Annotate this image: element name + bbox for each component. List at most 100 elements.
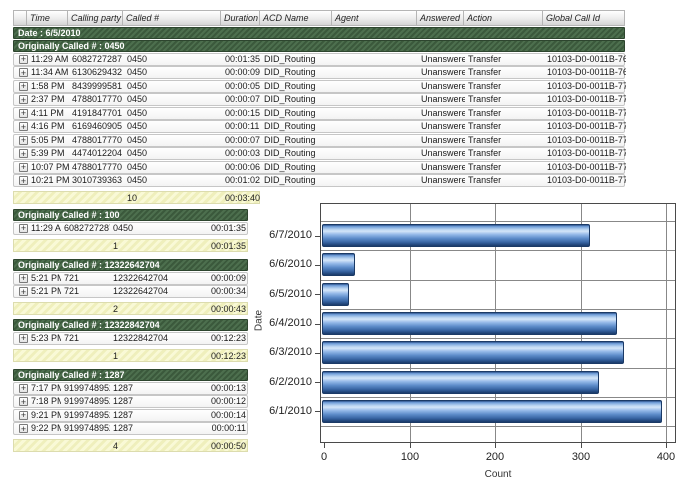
cell-called: 0450: [124, 94, 222, 105]
cell-answered: Unanswered: [418, 67, 465, 78]
sub-table-group: Originally Called # : 12322642704+5:21 P…: [13, 258, 248, 315]
expand-row-button[interactable]: +: [19, 397, 28, 406]
column-header-called[interactable]: Called #: [123, 10, 221, 26]
cell-agent: [333, 175, 418, 186]
expand-row-button[interactable]: +: [19, 424, 28, 433]
cell-global-id: 10103-D0-0011B-773: [544, 121, 626, 132]
expand-row-button[interactable]: +: [19, 136, 28, 145]
cell-calling: 4474012204: [69, 148, 124, 159]
table-row[interactable]: +4:16 PM6169460905045000:00:11DID_Routin…: [13, 120, 625, 133]
expand-row-button[interactable]: +: [19, 411, 28, 420]
cell-answered: Unanswered: [418, 175, 465, 186]
summary-spacer: [28, 440, 61, 451]
cell-time: 10:07 PM: [28, 162, 69, 173]
table-row[interactable]: +11:29 AM6082727287045000:01:35: [13, 222, 248, 235]
table-row[interactable]: +7:17 PM9199748952128700:00:13: [13, 382, 248, 395]
y-axis-tick: [315, 265, 320, 266]
summary-count: 2: [110, 303, 205, 314]
expand-row-button[interactable]: +: [19, 384, 28, 393]
expand-row-button[interactable]: +: [19, 224, 28, 233]
expand-row-button[interactable]: +: [19, 122, 28, 131]
cell-calling: 6169460905: [69, 121, 124, 132]
expand-row-button[interactable]: +: [19, 68, 28, 77]
table-row[interactable]: +5:23 PM7211232284270400:12:23: [13, 332, 248, 345]
cell-called: 1287: [110, 410, 205, 421]
y-tick-label: 6/7/2010: [250, 229, 312, 242]
column-header-global-call-id[interactable]: Global Call Id: [543, 10, 625, 26]
cell-duration: 00:00:12: [205, 396, 249, 407]
gridline-horizontal: [321, 280, 675, 281]
gridline-horizontal: [321, 426, 675, 427]
cell-global-id: 10103-D0-0011B-774: [544, 135, 626, 146]
cell-duration: 00:01:35: [222, 54, 261, 65]
table-row[interactable]: +5:05 PM4788017770045000:00:07DID_Routin…: [13, 134, 625, 147]
table-row[interactable]: +9:22 PM9199748952128700:00:11: [13, 422, 248, 435]
cell-action: Transfer: [465, 67, 544, 78]
cell-agent: [333, 162, 418, 173]
cell-action: Transfer: [465, 54, 544, 65]
y-axis-tick: [315, 411, 320, 412]
expand-row-button[interactable]: +: [19, 274, 28, 283]
cell-called: 0450: [124, 148, 222, 159]
summary-spacer: [14, 192, 28, 203]
cell-calling: 6082727287: [61, 223, 110, 234]
sub-table-group: Originally Called # : 1287+7:17 PM919974…: [13, 368, 248, 452]
y-tick-label: 6/3/2010: [250, 346, 312, 359]
cell-acd: DID_Routing: [261, 135, 333, 146]
column-header-acd-name[interactable]: ACD Name: [260, 10, 332, 26]
gridline-horizontal: [321, 397, 675, 398]
y-axis-tick: [315, 353, 320, 354]
expand-row-button[interactable]: +: [19, 149, 28, 158]
cell-calling: 721: [61, 333, 110, 344]
cell-calling: 4788017770: [69, 135, 124, 146]
cell-action: Transfer: [465, 175, 544, 186]
table-row[interactable]: +2:37 PM4788017770045000:00:07DID_Routin…: [13, 93, 625, 106]
expand-row-button[interactable]: +: [19, 95, 28, 104]
cell-duration: 00:01:35: [205, 223, 249, 234]
cell-time: 4:11 PM: [28, 108, 69, 119]
cell-called: 12322642704: [110, 286, 205, 297]
column-header-calling-party[interactable]: Calling party #: [68, 10, 123, 26]
table-row[interactable]: +5:21 PM7211232264270400:00:09: [13, 272, 248, 285]
expand-row-button[interactable]: +: [19, 55, 28, 64]
table-row[interactable]: +7:18 PM9199748952128700:00:12: [13, 395, 248, 408]
expand-row-button[interactable]: +: [19, 287, 28, 296]
grouped-sub-tables: Originally Called # : 100+11:29 AM608272…: [13, 208, 249, 458]
expand-row-button[interactable]: +: [19, 163, 28, 172]
table-row[interactable]: +9:21 PM9199748952128700:00:14: [13, 409, 248, 422]
summary-spacer: [28, 192, 69, 203]
expand-cell: +: [14, 396, 28, 407]
table-row[interactable]: +10:21 PM3010739363045000:01:02DID_Routi…: [13, 174, 625, 187]
column-header-action[interactable]: Action: [464, 10, 543, 26]
table-row[interactable]: +1:58 PM8439999581045000:00:05DID_Routin…: [13, 80, 625, 93]
expand-row-button[interactable]: +: [19, 109, 28, 118]
y-axis-tick: [315, 294, 320, 295]
column-header-answered[interactable]: Answered: [417, 10, 464, 26]
column-header-duration[interactable]: Duration: [221, 10, 260, 26]
calls-by-date-bar-chart: 6/7/20106/6/20106/5/20106/4/20106/3/2010…: [250, 195, 676, 485]
expand-row-button[interactable]: +: [19, 334, 28, 343]
summary-duration: 00:00:50: [205, 440, 249, 451]
table-row[interactable]: +11:29 AM6082727287045000:01:35DID_Routi…: [13, 53, 625, 66]
summary-count: 4: [110, 440, 205, 451]
gridline-horizontal: [321, 250, 675, 251]
gridline-horizontal: [321, 338, 675, 339]
cell-called: 0450: [124, 108, 222, 119]
table-row[interactable]: +11:34 AM6130629432045000:00:09DID_Routi…: [13, 66, 625, 79]
chart-bar-6-3-2010: [322, 341, 624, 364]
column-header-time[interactable]: Time: [27, 10, 68, 26]
table-row[interactable]: +5:39 PM4474012204045000:00:03DID_Routin…: [13, 147, 625, 160]
column-header-agent[interactable]: Agent: [332, 10, 417, 26]
cell-calling: 9199748952: [61, 410, 110, 421]
call-detail-table: TimeCalling party #Called #DurationACD N…: [13, 10, 625, 204]
table-row[interactable]: +10:07 PM4788017770045000:00:06DID_Routi…: [13, 161, 625, 174]
originally-called-band: Originally Called # : 100: [13, 209, 248, 221]
expand-row-button[interactable]: +: [19, 176, 28, 185]
expand-row-button[interactable]: +: [19, 82, 28, 91]
table-row[interactable]: +5:21 PM7211232264270400:00:34: [13, 285, 248, 298]
cell-action: Transfer: [465, 148, 544, 159]
table-row[interactable]: +4:11 PM4191847701045000:00:15DID_Routin…: [13, 107, 625, 120]
chart-bar-6-4-2010: [322, 312, 617, 335]
cell-duration: 00:00:05: [222, 81, 261, 92]
column-header-blank[interactable]: [13, 10, 27, 26]
